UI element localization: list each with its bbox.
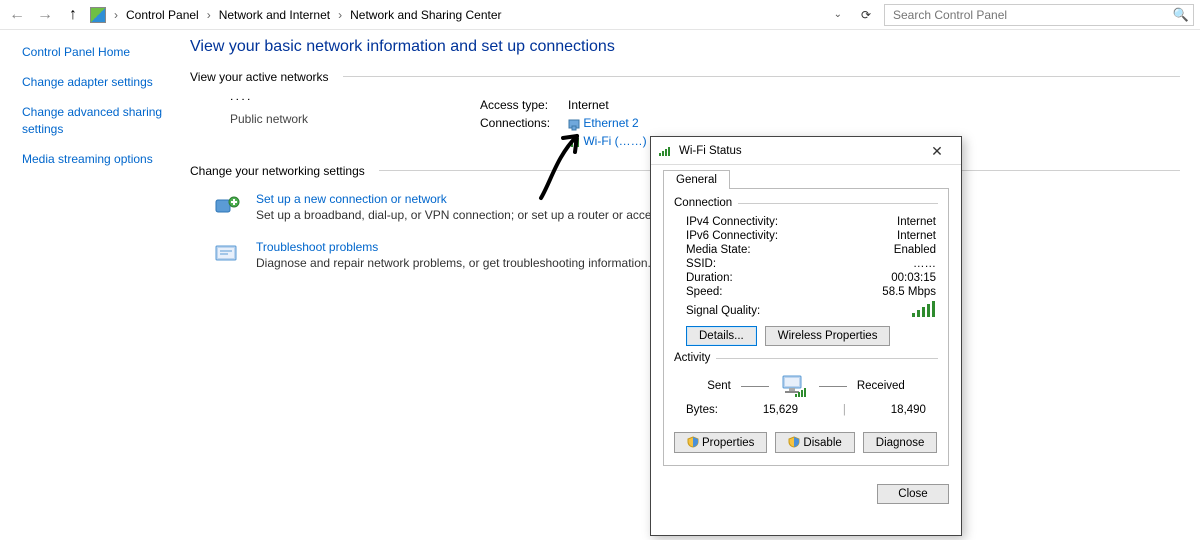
breadcrumb-item[interactable]: Network and Internet: [215, 6, 334, 24]
setup-connection-link[interactable]: Set up a new connection or network: [256, 192, 447, 206]
sent-label: Sent: [707, 380, 731, 392]
tab-panel: Connection IPv4 Connectivity: Internet IP…: [663, 188, 949, 466]
shield-icon: [687, 436, 699, 448]
ipv4-label: IPv4 Connectivity:: [686, 216, 778, 228]
network-type: Public network: [230, 112, 480, 126]
ipv6-label: IPv6 Connectivity:: [686, 230, 778, 242]
wifi-status-dialog: Wi-Fi Status ✕ General Connection IPv4 C…: [650, 136, 962, 536]
close-icon: ✕: [931, 143, 943, 159]
close-dialog-button[interactable]: Close: [877, 484, 949, 504]
close-button[interactable]: ✕: [917, 139, 957, 163]
sidebar: Control Panel Home Change adapter settin…: [0, 30, 190, 282]
dialog-titlebar[interactable]: Wi-Fi Status ✕: [651, 137, 961, 165]
dialog-title: Wi-Fi Status: [673, 145, 917, 157]
diagnose-button[interactable]: Diagnose: [863, 432, 938, 453]
search-input[interactable]: [891, 7, 1173, 23]
setup-connection-icon: [214, 192, 242, 222]
tab-general[interactable]: General: [663, 170, 730, 189]
sidebar-item-home[interactable]: Control Panel Home: [22, 44, 178, 60]
setup-connection-desc: Set up a broadband, dial-up, or VPN conn…: [256, 208, 696, 222]
page-title: View your basic network information and …: [190, 38, 1180, 56]
wifi-signal-icon: [568, 137, 580, 147]
connection-link-ethernet[interactable]: Ethernet 2: [583, 116, 638, 130]
disable-button[interactable]: Disable: [775, 432, 854, 453]
dash-icon: [819, 386, 847, 387]
search-box[interactable]: 🔍: [884, 4, 1194, 26]
access-type-label: Access type:: [480, 96, 562, 114]
active-networks-header: View your active networks: [190, 70, 1180, 84]
network-name: ˙˙˙˙: [230, 96, 480, 112]
wifi-signal-icon: [659, 146, 673, 156]
received-label: Received: [857, 380, 905, 392]
forward-button[interactable]: →: [34, 4, 56, 26]
computer-icon: [779, 374, 809, 398]
properties-button[interactable]: Properties: [674, 432, 767, 453]
duration-label: Duration:: [686, 272, 733, 284]
breadcrumb-item[interactable]: Network and Sharing Center: [346, 6, 505, 24]
ipv6-value: Internet: [897, 230, 936, 242]
dash-icon: [741, 386, 769, 387]
speed-value: 58.5 Mbps: [882, 286, 936, 298]
sidebar-item-streaming[interactable]: Media streaming options: [22, 151, 178, 167]
connection-link-wifi[interactable]: Wi-Fi (……): [583, 134, 646, 148]
breadcrumb-item[interactable]: Control Panel: [122, 6, 203, 24]
troubleshoot-desc: Diagnose and repair network problems, or…: [256, 256, 651, 270]
media-state-value: Enabled: [894, 244, 936, 256]
ssid-value: ……: [913, 258, 936, 270]
bytes-sent-value: 15,629: [763, 404, 798, 416]
bytes-label: Bytes:: [686, 404, 718, 416]
signal-quality-label: Signal Quality:: [686, 305, 760, 317]
wifi-signal-icon: [912, 301, 936, 320]
access-type-value: Internet: [568, 96, 609, 114]
speed-label: Speed:: [686, 286, 722, 298]
up-button[interactable]: ↑: [62, 4, 84, 26]
chevron-right-icon[interactable]: ›: [205, 8, 213, 22]
ethernet-icon: [568, 119, 580, 129]
chevron-right-icon[interactable]: ›: [336, 8, 344, 22]
details-button[interactable]: Details...: [686, 326, 757, 346]
ipv4-value: Internet: [897, 216, 936, 228]
troubleshoot-link[interactable]: Troubleshoot problems: [256, 240, 378, 254]
address-bar: ← → ↑ › Control Panel › Network and Inte…: [0, 0, 1200, 30]
shield-icon: [788, 436, 800, 448]
media-state-label: Media State:: [686, 244, 751, 256]
refresh-button[interactable]: ⟳: [854, 8, 878, 22]
search-icon[interactable]: 🔍: [1173, 7, 1189, 23]
bytes-received-value: 18,490: [891, 404, 926, 416]
control-panel-icon: [90, 7, 106, 23]
address-dropdown-icon[interactable]: ⌄: [828, 9, 848, 20]
connections-label: Connections:: [480, 114, 562, 132]
sidebar-item-sharing[interactable]: Change advanced sharing settings: [22, 104, 178, 136]
back-button[interactable]: ←: [6, 4, 28, 26]
ssid-label: SSID:: [686, 258, 716, 270]
separator-icon: |: [843, 404, 846, 416]
chevron-right-icon[interactable]: ›: [112, 8, 120, 22]
activity-legend: Activity: [674, 352, 716, 364]
troubleshoot-icon: [214, 240, 242, 270]
duration-value: 00:03:15: [891, 272, 936, 284]
connection-legend: Connection: [674, 197, 738, 209]
sidebar-item-adapter[interactable]: Change adapter settings: [22, 74, 178, 90]
breadcrumb: › Control Panel › Network and Internet ›…: [112, 6, 822, 24]
wireless-properties-button[interactable]: Wireless Properties: [765, 326, 891, 346]
